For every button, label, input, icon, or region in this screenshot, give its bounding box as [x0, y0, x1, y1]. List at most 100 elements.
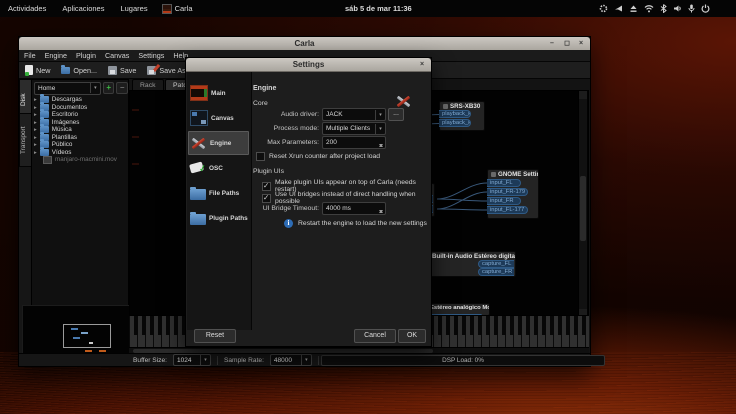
settings-icon[interactable] [599, 4, 608, 13]
tree-item[interactable]: Imágenes [34, 119, 128, 126]
file-icon [43, 156, 52, 164]
checkbox-checked[interactable] [262, 182, 271, 191]
file-browser-panel: Home + − Descargas Documentos Escritorio… [31, 79, 129, 307]
port[interactable]: playback_FL [439, 110, 471, 118]
save-as-icon [147, 66, 156, 75]
sample-rate-select[interactable]: 48000 [270, 354, 312, 366]
tree-item[interactable]: Plantillas [34, 134, 128, 141]
location-select[interactable]: Home [34, 82, 101, 95]
save-button[interactable]: Save [108, 66, 136, 75]
section-osc[interactable]: OSC [188, 156, 251, 180]
eject-icon[interactable] [629, 4, 638, 13]
section-plugin-paths[interactable]: Plugin Paths [188, 206, 251, 230]
port[interactable]: input_FL-177 [487, 206, 528, 214]
gnome-top-bar: Actividades Aplicaciones Lugares Carla s… [0, 0, 736, 17]
section-main[interactable]: Main [188, 81, 251, 105]
places-menu[interactable]: Lugares [112, 4, 155, 13]
power-icon[interactable] [701, 4, 710, 13]
new-button[interactable]: New [25, 65, 50, 75]
close-button[interactable]: × [576, 38, 586, 49]
settings-dialog: Settings × Main Canvas Engine OSC File P… [185, 57, 432, 347]
plus-button[interactable]: + [103, 82, 115, 94]
microphone-icon[interactable] [688, 4, 695, 13]
vertical-scrollbar[interactable] [578, 91, 587, 316]
ok-button[interactable]: OK [398, 329, 426, 343]
plugin-uis-group-label: Plugin UIs [253, 168, 284, 175]
tree-item-file[interactable]: manjaro-macmini.mov [34, 156, 128, 163]
section-canvas[interactable]: Canvas [188, 106, 251, 130]
expander-icon[interactable] [34, 126, 37, 133]
dialog-close-button[interactable]: × [417, 59, 427, 70]
app-indicator-carla[interactable]: Carla [156, 4, 199, 14]
engine-tools-icon [191, 136, 207, 150]
checkbox-checked[interactable] [262, 194, 271, 203]
max-parameters-spinbox[interactable]: 200 [322, 136, 386, 149]
expander-icon[interactable] [34, 111, 37, 118]
chevron-down-icon [90, 83, 100, 93]
tree-item[interactable]: Público [34, 141, 128, 148]
chevron-down-icon [200, 355, 210, 365]
expander-icon[interactable] [34, 134, 37, 141]
reset-button[interactable]: Reset [194, 329, 236, 343]
menu-canvas[interactable]: Canvas [105, 51, 129, 60]
tree-item[interactable]: Documentos [34, 104, 128, 111]
minus-button[interactable]: − [116, 82, 128, 94]
section-engine[interactable]: Engine [188, 131, 249, 155]
notifications-icon[interactable] [614, 4, 623, 13]
volume-icon[interactable] [673, 4, 682, 13]
expander-icon[interactable] [34, 104, 37, 111]
file-tree: Descargas Documentos Escritorio Imágenes… [34, 96, 128, 164]
buffer-size-select[interactable]: 1024 [173, 354, 211, 366]
expander-icon[interactable] [34, 119, 37, 126]
settings-sections-list: Main Canvas Engine OSC File Paths Plugin… [187, 72, 252, 330]
menu-file[interactable]: File [24, 51, 36, 60]
driver-options-button[interactable]: ... [388, 108, 404, 121]
system-tray[interactable] [599, 0, 710, 17]
bluetooth-icon[interactable] [660, 4, 667, 13]
cancel-button[interactable]: Cancel [354, 329, 396, 343]
port[interactable]: input_FR-179 [487, 188, 528, 196]
dsp-load-bar: DSP Load: 0% [321, 355, 605, 366]
window-titlebar[interactable]: Carla – ◻ × [19, 37, 590, 51]
expander-icon[interactable] [34, 96, 37, 103]
clock[interactable]: sáb 5 de mar 11:36 [345, 0, 412, 17]
chevron-down-icon [375, 110, 385, 120]
applications-menu[interactable]: Aplicaciones [54, 4, 112, 13]
tree-item[interactable]: Vídeos [34, 149, 128, 156]
port[interactable]: capture_FR [478, 268, 514, 276]
menu-settings[interactable]: Settings [138, 51, 164, 60]
plugin-paths-folder-icon [190, 214, 206, 225]
tree-item[interactable]: Descargas [34, 96, 128, 103]
tree-item[interactable]: Música [34, 126, 128, 133]
audio-driver-select[interactable]: JACK [322, 108, 386, 121]
port[interactable]: capture_FL [478, 260, 514, 268]
maximize-button[interactable]: ◻ [562, 38, 572, 49]
info-icon: i [284, 219, 293, 228]
carla-app-icon [162, 4, 172, 14]
expander-icon[interactable] [34, 149, 37, 156]
ui-bridge-timeout-spinbox[interactable]: 4000 ms [322, 202, 386, 215]
port[interactable]: input_FL [487, 179, 521, 187]
activities-menu[interactable]: Actividades [0, 4, 54, 13]
dialog-titlebar[interactable]: Settings × [186, 58, 431, 72]
open-button[interactable]: Open... [61, 66, 97, 75]
expander-icon[interactable] [34, 141, 37, 148]
menu-engine[interactable]: Engine [45, 51, 67, 60]
minimize-button[interactable]: – [547, 38, 557, 49]
scrollbar-thumb[interactable] [580, 176, 586, 241]
menu-plugin[interactable]: Plugin [76, 51, 96, 60]
checkbox-unchecked[interactable] [256, 152, 265, 161]
node-icon [443, 104, 448, 109]
port[interactable]: input_FR [487, 197, 521, 205]
save-icon [108, 66, 117, 75]
open-folder-icon [61, 67, 70, 74]
file-paths-folder-icon [190, 189, 206, 200]
port[interactable]: playback_FR [439, 119, 471, 127]
reset-xrun-checkbox-row[interactable]: Reset Xrun counter after project load [256, 152, 380, 161]
tree-item[interactable]: Escritorio [34, 111, 128, 118]
section-file-paths[interactable]: File Paths [188, 181, 251, 205]
window-title: Carla [294, 39, 314, 48]
process-mode-select[interactable]: Multiple Clients [322, 122, 386, 135]
wifi-icon[interactable] [644, 4, 654, 13]
main-icon [190, 85, 208, 101]
